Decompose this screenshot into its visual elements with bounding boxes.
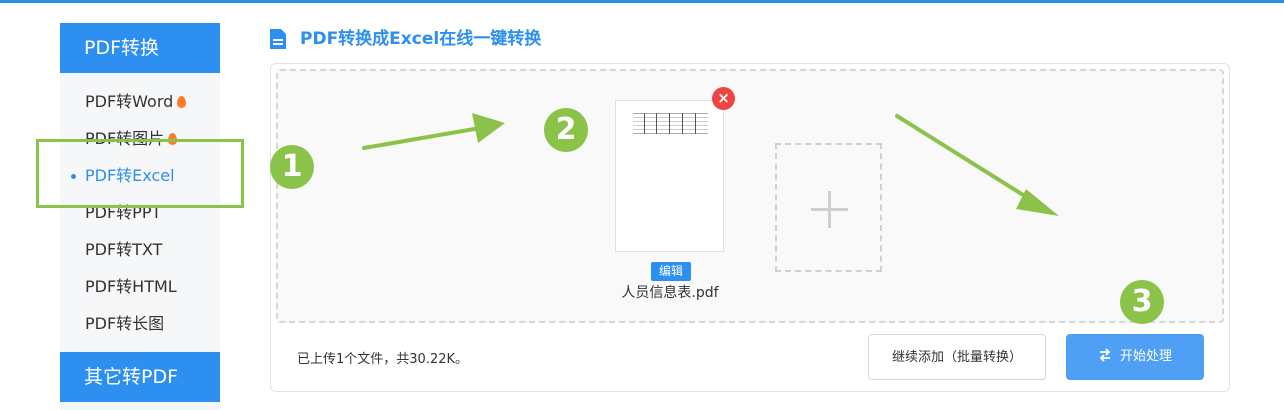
sidebar-item-label: PDF转长图	[85, 314, 165, 333]
top-accent-bar	[0, 0, 1284, 3]
continue-add-button[interactable]: 继续添加（批量转换）	[868, 334, 1046, 380]
annotation-highlight-box	[36, 139, 244, 208]
upload-dropzone[interactable]	[276, 69, 1224, 323]
plus-icon-vertical	[828, 191, 831, 228]
start-process-label: 开始处理	[1119, 349, 1172, 364]
sidebar-item-pdf-to-html[interactable]: PDF转HTML	[85, 277, 177, 297]
flame-icon	[177, 96, 187, 108]
sidebar: PDF转换 PDF转Word PDF转图片 PDF转Excel PDF转PPT …	[60, 23, 220, 410]
sidebar-section-pdf-convert[interactable]: PDF转换	[60, 23, 220, 73]
sidebar-item-label: PDF转HTML	[85, 277, 177, 296]
annotation-step-1: 1	[270, 145, 314, 189]
edit-file-button[interactable]: 编辑	[651, 262, 691, 281]
remove-file-button[interactable]: ×	[712, 87, 735, 110]
file-name: 人员信息表.pdf	[621, 285, 719, 301]
sidebar-item-label: PDF转TXT	[85, 240, 163, 259]
pdf-page-preview	[633, 113, 708, 134]
annotation-step-2: 2	[544, 108, 588, 152]
sidebar-item-pdf-to-word[interactable]: PDF转Word	[85, 92, 187, 112]
annotation-step-3: 3	[1120, 280, 1164, 324]
add-file-button[interactable]	[775, 143, 882, 272]
file-thumbnail[interactable]	[615, 100, 724, 252]
sidebar-section-other-to-pdf[interactable]: 其它转PDF	[60, 352, 220, 402]
swap-arrows-icon	[1099, 348, 1111, 362]
page-title: PDF转换成Excel在线一键转换	[300, 29, 542, 49]
document-icon	[270, 29, 286, 49]
sidebar-item-pdf-to-long-image[interactable]: PDF转长图	[85, 314, 164, 334]
start-process-button[interactable]: 开始处理	[1066, 334, 1204, 380]
sidebar-item-pdf-to-txt[interactable]: PDF转TXT	[85, 240, 162, 260]
upload-status-text: 已上传1个文件，共30.22K。	[297, 352, 469, 367]
sidebar-item-label: PDF转Word	[85, 92, 174, 111]
